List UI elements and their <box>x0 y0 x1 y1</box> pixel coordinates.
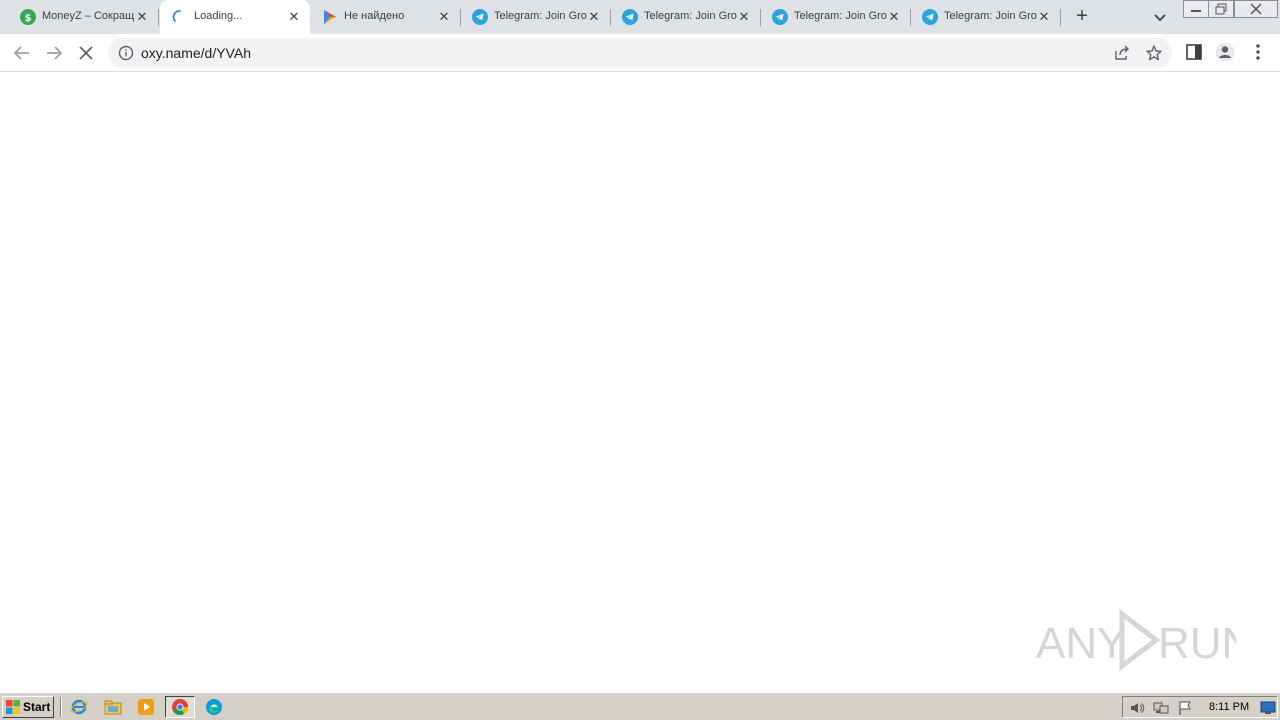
telegram-icon <box>772 9 788 25</box>
site-info-icon[interactable] <box>118 45 134 61</box>
close-icon[interactable]: ✕ <box>286 9 302 25</box>
edge-icon[interactable] <box>205 698 223 716</box>
close-icon[interactable]: ✕ <box>736 9 752 25</box>
tab-title: Не найдено <box>344 10 405 22</box>
tab-title: Telegram: Join Gro <box>794 10 887 22</box>
tab-title: Telegram: Join Gro <box>944 10 1037 22</box>
page-viewport[interactable] <box>0 72 1280 692</box>
tab-search-chevron-icon[interactable] <box>1150 7 1170 27</box>
tab-not-found[interactable]: Не найдено ✕ <box>310 0 461 34</box>
show-desktop-icon[interactable] <box>1260 700 1276 716</box>
close-icon[interactable]: ✕ <box>886 9 902 25</box>
system-tray: 8:11 PM <box>1122 696 1278 718</box>
network-icon[interactable] <box>1153 700 1169 716</box>
loading-spinner-icon <box>172 10 181 22</box>
side-panel-icon[interactable] <box>1184 42 1204 62</box>
share-icon[interactable] <box>1113 44 1131 62</box>
tab-title: Loading... <box>194 10 243 22</box>
tab-moneyz[interactable]: $ MoneyZ – Сокращ ✕ <box>8 0 159 34</box>
moneyz-icon: $ <box>20 9 36 25</box>
profile-avatar-icon[interactable] <box>1215 42 1235 62</box>
volume-icon[interactable] <box>1129 700 1145 716</box>
start-label: Start <box>23 700 51 714</box>
windows-flag-icon <box>6 700 20 714</box>
tab-strip: $ MoneyZ – Сокращ ✕ Loading... ✕ Не найд… <box>0 0 1280 34</box>
google-play-icon <box>324 10 336 24</box>
restore-icon <box>1215 3 1227 15</box>
telegram-icon <box>622 9 638 25</box>
svg-text:$: $ <box>25 13 32 24</box>
tab-title: MoneyZ – Сокращ <box>42 10 135 22</box>
tab-loading[interactable]: Loading... ✕ <box>160 0 310 34</box>
tab-telegram-1[interactable]: Telegram: Join Gro ✕ <box>460 0 611 34</box>
back-arrow-icon[interactable] <box>10 41 34 65</box>
browser-toolbar: oxy.name/d/YVAh <box>0 34 1280 72</box>
close-icon[interactable]: ✕ <box>586 9 602 25</box>
start-button[interactable]: Start <box>2 696 54 718</box>
internet-explorer-icon[interactable] <box>70 698 88 716</box>
tab-telegram-2[interactable]: Telegram: Join Gro ✕ <box>610 0 761 34</box>
minimize-button[interactable] <box>1183 0 1209 18</box>
file-explorer-icon[interactable] <box>104 698 122 716</box>
media-player-icon[interactable] <box>137 698 155 716</box>
telegram-icon <box>922 9 938 25</box>
watermark-text-right: RUN <box>1158 619 1236 668</box>
telegram-icon <box>472 9 488 25</box>
tab-telegram-4[interactable]: Telegram: Join Gro ✕ <box>910 0 1061 34</box>
action-center-flag-icon[interactable] <box>1177 700 1193 716</box>
clock[interactable]: 8:11 PM <box>1209 701 1249 713</box>
close-window-icon <box>1250 3 1262 15</box>
tab-telegram-3[interactable]: Telegram: Join Gro ✕ <box>760 0 911 34</box>
chrome-taskbar-button[interactable] <box>165 696 195 718</box>
watermark-text-left: ANY <box>1036 619 1126 668</box>
stop-loading-icon[interactable] <box>74 41 98 65</box>
kebab-menu-icon[interactable] <box>1248 42 1268 62</box>
bookmark-star-icon[interactable] <box>1145 44 1163 62</box>
chrome-icon <box>172 699 189 716</box>
anyrun-watermark: ANY RUN <box>1036 608 1236 672</box>
address-bar[interactable]: oxy.name/d/YVAh <box>108 38 1172 68</box>
close-icon[interactable]: ✕ <box>436 9 452 25</box>
close-icon[interactable]: ✕ <box>1036 9 1052 25</box>
close-icon[interactable]: ✕ <box>134 9 150 25</box>
close-window-button[interactable] <box>1234 0 1278 18</box>
forward-arrow-icon[interactable] <box>42 41 66 65</box>
minimize-icon <box>1191 10 1201 12</box>
url-text: oxy.name/d/YVAh <box>141 45 251 61</box>
restore-button[interactable] <box>1208 0 1234 18</box>
new-tab-button[interactable]: + <box>1070 5 1094 29</box>
tab-title: Telegram: Join Gro <box>644 10 737 22</box>
taskbar: Start 8:11 PM <box>0 692 1280 720</box>
tab-title: Telegram: Join Gro <box>494 10 587 22</box>
